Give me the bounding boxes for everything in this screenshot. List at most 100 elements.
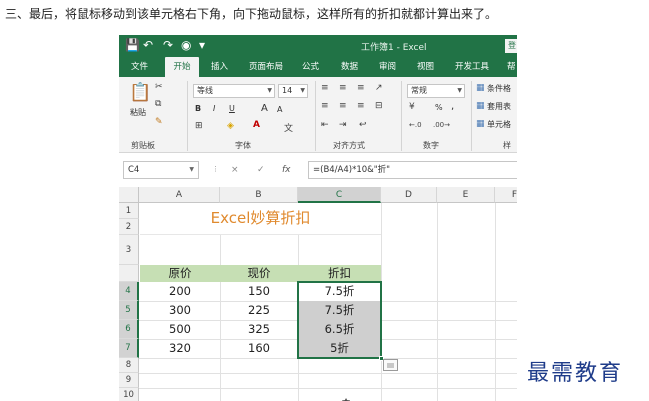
- row-header-9[interactable]: 9: [119, 373, 139, 388]
- undo-icon[interactable]: ↶: [143, 38, 153, 52]
- shrink-font-button[interactable]: A: [277, 105, 282, 114]
- tab-home[interactable]: 开始: [165, 57, 199, 77]
- wrap-text-icon[interactable]: ↩: [359, 120, 367, 130]
- enter-button[interactable]: ✓: [257, 165, 265, 175]
- borders-icon[interactable]: ⊞: [195, 121, 203, 131]
- grow-font-button[interactable]: A: [261, 103, 268, 114]
- alignment-group-label: 对齐方式: [333, 141, 365, 150]
- row-header-5[interactable]: 5: [119, 301, 139, 320]
- row-header-10[interactable]: 10: [119, 388, 139, 401]
- bold-button[interactable]: B: [195, 104, 201, 113]
- underline-button[interactable]: U: [229, 104, 235, 113]
- camera-icon[interactable]: ◉: [181, 38, 191, 52]
- select-all-corner[interactable]: [119, 187, 139, 203]
- row-header-4[interactable]: 4: [119, 282, 139, 301]
- italic-button[interactable]: I: [213, 104, 215, 113]
- column-header-b[interactable]: B: [220, 187, 298, 203]
- row-header-3[interactable]: 3: [119, 235, 139, 265]
- font-size-select[interactable]: 14 ▼: [278, 84, 308, 98]
- name-box[interactable]: C4 ▼: [123, 161, 199, 179]
- font-color-icon[interactable]: A: [253, 120, 260, 130]
- styles-group-label: 样: [503, 141, 511, 150]
- grid-line: [495, 203, 496, 401]
- column-header-c[interactable]: C: [298, 187, 381, 203]
- fill-color-icon[interactable]: ◈: [227, 121, 234, 131]
- row-header-1[interactable]: 1: [119, 203, 139, 219]
- tab-review[interactable]: 审阅: [379, 57, 396, 77]
- row-header-7[interactable]: 7: [119, 339, 139, 358]
- table-row-cell[interactable]: 200: [140, 282, 220, 301]
- align-right-icon[interactable]: ≡: [357, 101, 365, 111]
- redo-icon[interactable]: ↷: [163, 38, 173, 52]
- row-header-6[interactable]: 6: [119, 320, 139, 339]
- sheet-title-cell[interactable]: Excel妙算折扣: [140, 203, 381, 235]
- column-header-a[interactable]: A: [139, 187, 220, 203]
- cancel-button[interactable]: ×: [231, 165, 239, 175]
- font-name-select[interactable]: 等线 ▼: [193, 84, 275, 98]
- formula-input[interactable]: =(B4/A4)*10&"折": [308, 161, 517, 179]
- insert-function-button[interactable]: fx: [282, 165, 291, 175]
- cell-styles-button[interactable]: 单元格: [487, 119, 511, 130]
- header-cell-current-price[interactable]: 现价: [220, 265, 298, 282]
- cut-icon[interactable]: ✂: [155, 82, 163, 92]
- instruction-text: 三、最后，将鼠标移动到该单元格右下角，向下拖动鼠标，这样所有的折扣就都计算出来了…: [5, 7, 498, 21]
- currency-icon[interactable]: ¥: [409, 102, 415, 112]
- increase-decimal-icon[interactable]: ←.0: [409, 121, 422, 129]
- tab-developer[interactable]: 开发工具: [455, 57, 489, 77]
- align-left-icon[interactable]: ≡: [321, 101, 329, 111]
- cell-styles-icon[interactable]: ▦: [476, 119, 485, 129]
- customize-toolbar-icon[interactable]: ▾: [199, 38, 205, 52]
- align-top-icon[interactable]: ≡: [321, 83, 329, 93]
- table-row-cell[interactable]: 150: [220, 282, 298, 301]
- group-separator: [187, 81, 188, 151]
- orientation-icon[interactable]: ↗: [375, 83, 383, 93]
- decrease-decimal-icon[interactable]: .00→: [433, 121, 450, 129]
- format-table-button[interactable]: 套用表: [487, 101, 511, 112]
- header-cell-original-price[interactable]: 原价: [140, 265, 220, 282]
- column-header-e[interactable]: E: [437, 187, 495, 203]
- save-icon[interactable]: 💾: [125, 38, 140, 52]
- copy-icon[interactable]: ⧉: [155, 99, 161, 109]
- column-header-d[interactable]: D: [381, 187, 437, 203]
- row-header-2[interactable]: 2: [119, 219, 139, 235]
- conditional-format-button[interactable]: 条件格: [487, 83, 511, 94]
- tab-view[interactable]: 视图: [417, 57, 434, 77]
- format-painter-icon[interactable]: ✎: [155, 117, 163, 127]
- decrease-indent-icon[interactable]: ⇤: [321, 120, 329, 130]
- paste-label[interactable]: 粘贴: [130, 107, 146, 118]
- watermark-text: 最需教育: [527, 361, 624, 386]
- worksheet-grid[interactable]: A B C D E F 1 2 3 4 5 6 7 8 9 10 Excel妙算…: [119, 187, 517, 401]
- table-row-cell[interactable]: 320: [140, 339, 220, 358]
- formula-bar-menu-icon[interactable]: ⋮: [212, 165, 219, 173]
- paste-icon[interactable]: 📋: [129, 82, 151, 103]
- align-middle-icon[interactable]: ≡: [339, 83, 347, 93]
- tab-data[interactable]: 数据: [341, 57, 358, 77]
- tab-page-layout[interactable]: 页面布局: [249, 57, 283, 77]
- tab-insert[interactable]: 插入: [211, 57, 228, 77]
- group-separator: [471, 81, 472, 151]
- table-row-cell[interactable]: 300: [140, 301, 220, 320]
- header-cell-discount[interactable]: 折扣: [298, 265, 381, 282]
- phonetic-icon[interactable]: 文: [284, 121, 293, 134]
- table-row-cell[interactable]: 325: [220, 320, 298, 339]
- column-header-f[interactable]: F: [495, 187, 517, 203]
- tab-file[interactable]: 文件: [131, 57, 148, 77]
- align-bottom-icon[interactable]: ≡: [357, 83, 365, 93]
- format-table-icon[interactable]: ▦: [476, 101, 485, 111]
- comma-button[interactable]: ,: [451, 101, 454, 112]
- number-format-select[interactable]: 常规 ▼: [407, 84, 465, 98]
- percent-button[interactable]: %: [435, 103, 443, 112]
- login-button[interactable]: 登: [505, 39, 517, 53]
- merge-center-icon[interactable]: ⊟: [375, 101, 383, 111]
- tab-formulas[interactable]: 公式: [302, 57, 319, 77]
- table-row-cell[interactable]: 500: [140, 320, 220, 339]
- tab-help[interactable]: 帮: [507, 57, 516, 77]
- quick-analysis-icon[interactable]: [383, 359, 398, 371]
- table-row-cell[interactable]: 225: [220, 301, 298, 320]
- chevron-down-icon: ▼: [300, 87, 305, 94]
- row-header-8[interactable]: 8: [119, 358, 139, 373]
- table-row-cell[interactable]: 160: [220, 339, 298, 358]
- increase-indent-icon[interactable]: ⇥: [339, 120, 347, 130]
- conditional-format-icon[interactable]: ▦: [476, 83, 485, 93]
- align-center-icon[interactable]: ≡: [339, 101, 347, 111]
